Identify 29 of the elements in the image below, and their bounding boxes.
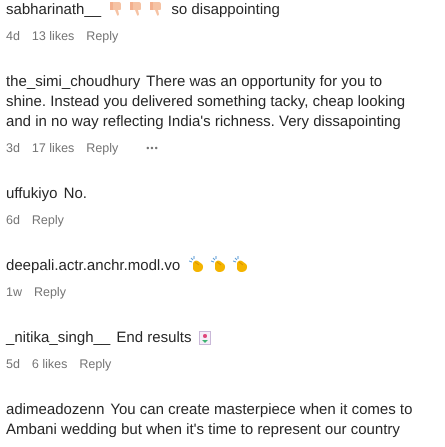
comment-text: adimeadozenn You can create masterpiece when it comes to Ambani wedding but when it's time to represent our country [6, 400, 414, 440]
comment-text: uffukiyo No. [6, 184, 88, 204]
reply-link[interactable]: Reply [34, 283, 66, 301]
username-link[interactable]: sabharinath__ [6, 1, 102, 18]
username-link[interactable]: _nitika_singh__ [6, 329, 110, 346]
reply-link[interactable]: Reply [32, 211, 64, 229]
comment-age: 6d [6, 212, 20, 229]
comment-text: sabharinath__ so disappointing [6, 0, 281, 20]
username-link[interactable]: deepali.actr.anchr.modl.vo [6, 257, 180, 274]
comment-age: 4d [6, 28, 20, 45]
reply-link[interactable]: Reply [86, 139, 118, 157]
clapping-hands-icon [189, 256, 206, 273]
comment-age: 5d [6, 356, 20, 373]
username-link[interactable]: the_simi_choudhury [6, 73, 140, 90]
comment-text: the_simi_choudhury There was an opportunity for you to shine. Instead you delivered something tacky, cheap looking and in no way reflecting India's richness. Very dissapointing [6, 72, 406, 132]
sticker-icon [198, 331, 211, 345]
clapping-hands-icon [211, 256, 228, 273]
more-options-button[interactable]: ••• [146, 139, 159, 157]
clapping-hands-icon [233, 256, 250, 273]
comment-text: _nitika_singh__ End results [6, 328, 419, 348]
likes-link[interactable]: 13 likes [32, 27, 74, 45]
likes-link[interactable]: 6 likes [32, 355, 68, 373]
username-link[interactable]: uffukiyo [6, 185, 58, 202]
likes-link[interactable]: 17 likes [32, 139, 74, 157]
comment-age: 1w [6, 284, 22, 301]
username-link[interactable]: adimeadozenn [6, 401, 104, 418]
reply-link[interactable]: Reply [86, 27, 118, 45]
reply-link[interactable]: Reply [79, 355, 112, 373]
comment-age: 3d [6, 140, 20, 157]
